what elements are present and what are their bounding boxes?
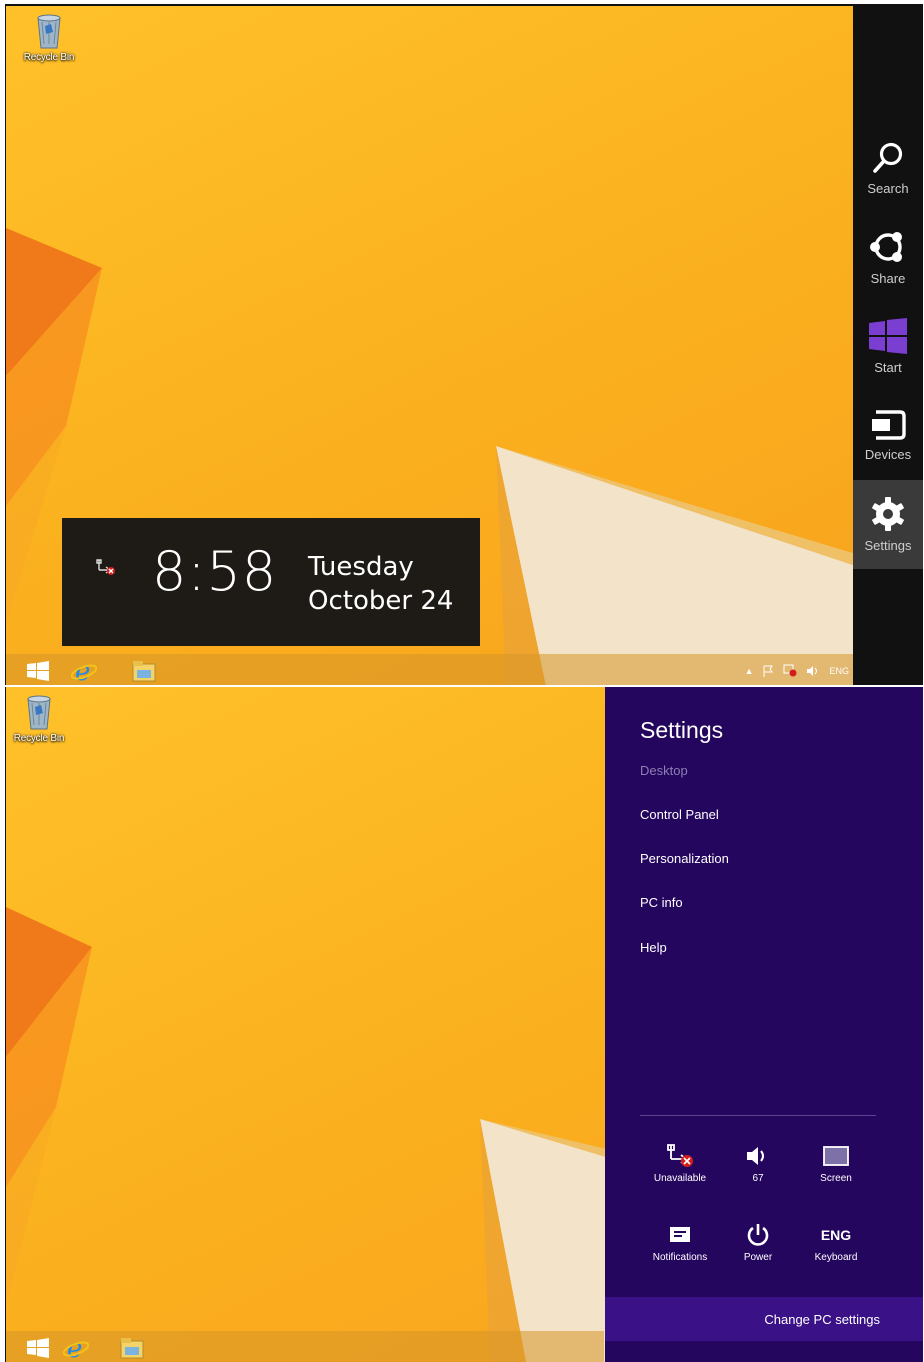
- clock-overlay: 8:58 Tuesday October 24: [62, 518, 480, 646]
- power-icon: [747, 1224, 769, 1246]
- charms-bar: Search Share Start Devices Settings: [853, 6, 923, 685]
- volume-icon: [747, 1147, 764, 1165]
- charm-label: Search: [867, 181, 909, 196]
- share-icon: [870, 232, 902, 262]
- quick-setting-volume[interactable]: 67: [718, 1141, 798, 1184]
- taskbar: e: [6, 1331, 604, 1362]
- system-tray: ▲ ENG: [745, 654, 849, 685]
- start-button[interactable]: [20, 1334, 56, 1362]
- quick-setting-label: Unavailable: [653, 1173, 707, 1184]
- charm-search[interactable]: Search: [853, 124, 923, 213]
- settings-link-personalization[interactable]: Personalization: [640, 851, 729, 866]
- settings-title: Settings: [640, 717, 724, 743]
- settings-link-pc-info[interactable]: PC info: [640, 895, 683, 910]
- quick-setting-power[interactable]: Power: [718, 1220, 798, 1263]
- show-hidden-icons-icon[interactable]: ▲: [745, 666, 754, 676]
- volume-tray-icon[interactable]: [806, 665, 820, 677]
- recycle-bin-icon[interactable]: Recycle Bin: [6, 691, 74, 744]
- action-center-flag-icon[interactable]: [762, 665, 774, 677]
- settings-context: Desktop: [640, 763, 688, 778]
- internet-explorer-icon[interactable]: e: [66, 657, 102, 685]
- quick-setting-label: Screen: [820, 1173, 852, 1184]
- language-indicator[interactable]: ENG: [829, 666, 849, 676]
- charm-start[interactable]: Start: [853, 302, 923, 391]
- windows-logo-icon: [27, 1338, 49, 1358]
- quick-setting-keyboard[interactable]: ENG Keyboard: [796, 1220, 876, 1263]
- charm-label: Start: [874, 360, 902, 375]
- screenshot-settings-pane: Recycle Bin e Settings Desktop Control P…: [5, 687, 923, 1362]
- gear-icon: [872, 497, 904, 531]
- quick-setting-network[interactable]: Unavailable: [640, 1141, 720, 1184]
- change-pc-settings-button[interactable]: Change PC settings: [605, 1297, 923, 1341]
- quick-setting-screen[interactable]: Screen: [796, 1141, 876, 1184]
- charm-label: Devices: [864, 447, 912, 462]
- screen-icon: [823, 1146, 849, 1166]
- charm-devices[interactable]: Devices: [853, 391, 923, 480]
- recycle-bin-label: Recycle Bin: [13, 733, 65, 744]
- taskbar: e ▲ ENG: [6, 654, 923, 685]
- clock-time: 8:58: [152, 540, 278, 603]
- search-icon: [873, 142, 903, 173]
- quick-setting-label: 67: [752, 1173, 764, 1184]
- charm-label: Settings: [864, 538, 912, 553]
- settings-link-control-panel[interactable]: Control Panel: [640, 807, 719, 822]
- windows-logo-icon: [27, 661, 49, 681]
- screenshot-charms-open: Recycle Bin 8:58 Tuesday October 24 e ▲ …: [5, 4, 923, 685]
- notifications-icon: [670, 1227, 690, 1242]
- charm-share[interactable]: Share: [853, 213, 923, 302]
- settings-link-help[interactable]: Help: [640, 940, 667, 955]
- keyboard-icon: ENG: [820, 1227, 852, 1243]
- network-unavailable-icon: [96, 558, 116, 581]
- charm-settings[interactable]: Settings: [853, 480, 923, 569]
- file-explorer-icon[interactable]: [114, 1334, 150, 1362]
- recycle-bin-label: Recycle Bin: [23, 52, 75, 63]
- start-button[interactable]: [20, 657, 56, 685]
- windows-logo-icon: [869, 318, 907, 354]
- svg-text:e: e: [75, 658, 90, 684]
- change-pc-settings-label: Change PC settings: [764, 1311, 880, 1327]
- internet-explorer-icon[interactable]: e: [58, 1334, 94, 1362]
- quick-setting-label: Notifications: [652, 1252, 708, 1263]
- quick-setting-label: Power: [743, 1252, 773, 1263]
- svg-text:e: e: [67, 1335, 82, 1361]
- file-explorer-icon[interactable]: [126, 657, 162, 685]
- clock-date: October 24: [308, 586, 454, 616]
- clock-day: Tuesday: [308, 552, 414, 582]
- divider: [640, 1115, 876, 1116]
- recycle-bin-icon[interactable]: Recycle Bin: [14, 10, 84, 63]
- network-unavailable-tray-icon[interactable]: [783, 664, 797, 677]
- settings-pane: Settings Desktop Control Panel Personali…: [605, 687, 923, 1362]
- quick-setting-label: Keyboard: [814, 1252, 858, 1263]
- devices-icon: [872, 410, 906, 440]
- charm-label: Share: [870, 271, 906, 286]
- quick-setting-notifications[interactable]: Notifications: [640, 1220, 720, 1263]
- network-unavailable-icon: [667, 1144, 693, 1167]
